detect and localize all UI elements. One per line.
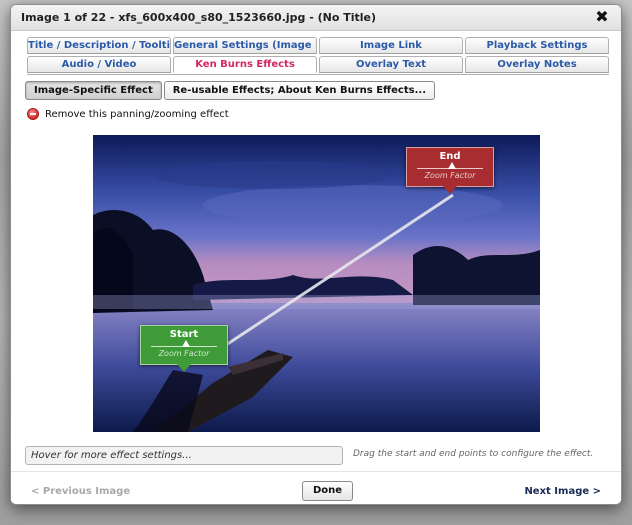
image-preview: End Zoom Factor Start Zoom Factor (93, 135, 540, 432)
dialog-titlebar: Image 1 of 22 - xfs_600x400_s80_1523660.… (11, 5, 621, 31)
start-zoom-thumb-icon[interactable] (182, 340, 190, 347)
end-zoom-slider[interactable] (417, 162, 483, 171)
remove-effect-label: Remove this panning/zooming effect (45, 108, 229, 120)
dialog-footer: < Previous Image Done Next Image > (11, 471, 621, 504)
effect-settings-hover-box[interactable]: Hover for more effect settings... (25, 446, 343, 465)
start-marker-title: Start (169, 329, 199, 340)
image-settings-dialog: Image 1 of 22 - xfs_600x400_s80_1523660.… (10, 4, 622, 505)
close-icon[interactable]: ✖ (594, 8, 610, 26)
end-point-marker[interactable]: End Zoom Factor (406, 147, 494, 194)
remove-circle-icon[interactable] (27, 108, 39, 120)
drag-hint: Drag the start and end points to configu… (353, 449, 594, 459)
done-button[interactable]: Done (302, 481, 353, 501)
start-zoom-label: Zoom Factor (158, 349, 210, 358)
tab-playback-settings[interactable]: Playback Settings (465, 37, 609, 54)
end-marker-title: End (439, 151, 461, 162)
end-zoom-label: Zoom Factor (424, 171, 476, 180)
effect-subtabs: Image-Specific Effect Re-usable Effects;… (25, 81, 437, 101)
tab-title-description-tooltip[interactable]: Title / Description / Tooltip (27, 37, 171, 54)
start-point-marker[interactable]: Start Zoom Factor (140, 325, 228, 372)
end-zoom-thumb-icon[interactable] (448, 162, 456, 169)
tab-general-settings[interactable]: General Settings (Image URLs) (173, 37, 317, 54)
remove-effect-link[interactable]: Remove this panning/zooming effect (27, 107, 229, 121)
subtab-reusable-effects[interactable]: Re-usable Effects; About Ken Burns Effec… (163, 81, 435, 100)
subtab-image-specific-effect[interactable]: Image-Specific Effect (25, 81, 162, 100)
tab-row-1: Title / Description / Tooltip General Se… (27, 37, 609, 55)
tab-divider (27, 74, 609, 75)
tab-audio-video[interactable]: Audio / Video (27, 56, 171, 73)
tab-overlay-text[interactable]: Overlay Text (319, 56, 463, 73)
next-image-link[interactable]: Next Image > (524, 486, 601, 497)
start-zoom-slider[interactable] (151, 340, 217, 349)
tab-overlay-notes[interactable]: Overlay Notes (465, 56, 609, 73)
tab-image-link[interactable]: Image Link (319, 37, 463, 54)
tab-ken-burns-effects[interactable]: Ken Burns Effects (173, 56, 317, 73)
previous-image-link[interactable]: < Previous Image (31, 486, 130, 497)
dialog-title: Image 1 of 22 - xfs_600x400_s80_1523660.… (21, 11, 377, 24)
tab-row-2: Audio / Video Ken Burns Effects Overlay … (27, 56, 609, 74)
